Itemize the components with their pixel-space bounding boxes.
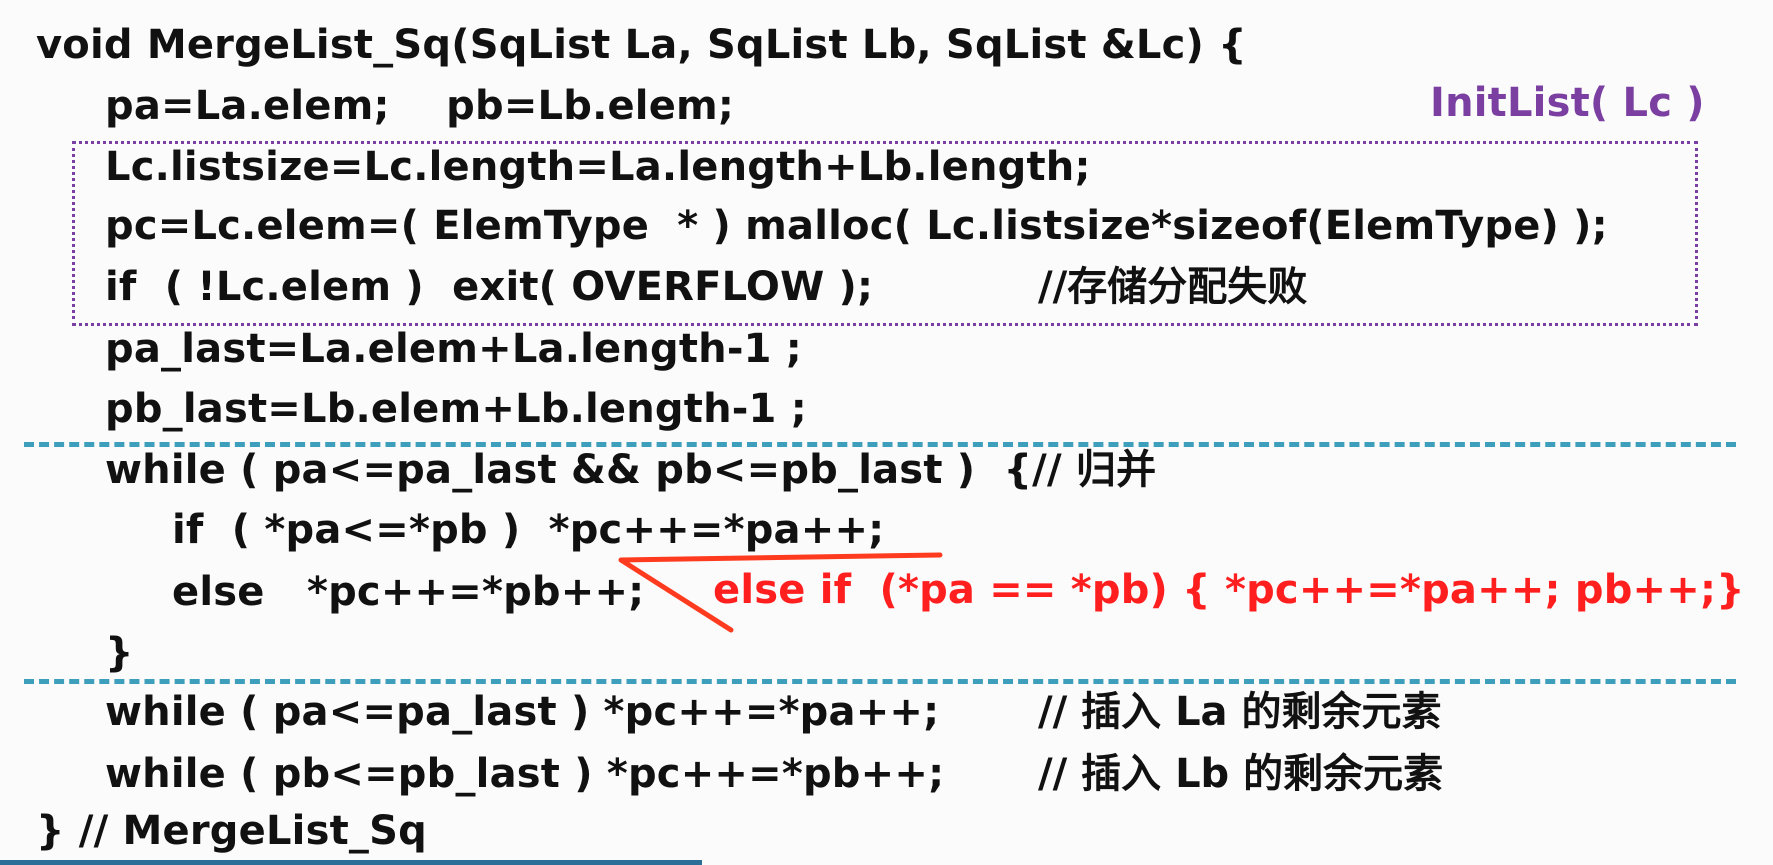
function-end-line: } // MergeList_Sq: [36, 808, 427, 854]
bottom-progress-strip: [0, 860, 702, 865]
else-if-annotation: else if (*pa == *pb) { *pc++=*pa++; pb++…: [713, 567, 1745, 613]
code-slide: void MergeList_Sq(SqList La, SqList Lb, …: [0, 0, 1773, 865]
remaining-pb-comment: // 插入 Lb 的剩余元素: [1038, 751, 1444, 797]
remaining-pa-comment: // 插入 La 的剩余元素: [1038, 689, 1442, 735]
remaining-pb-line: while ( pb<=pb_last ) *pc++=*pb++;: [105, 751, 945, 797]
while-close-brace: }: [105, 630, 134, 676]
remaining-pa-line: while ( pa<=pa_last ) *pc++=*pa++;: [105, 689, 940, 735]
lower-dashed-separator: [24, 679, 1736, 684]
